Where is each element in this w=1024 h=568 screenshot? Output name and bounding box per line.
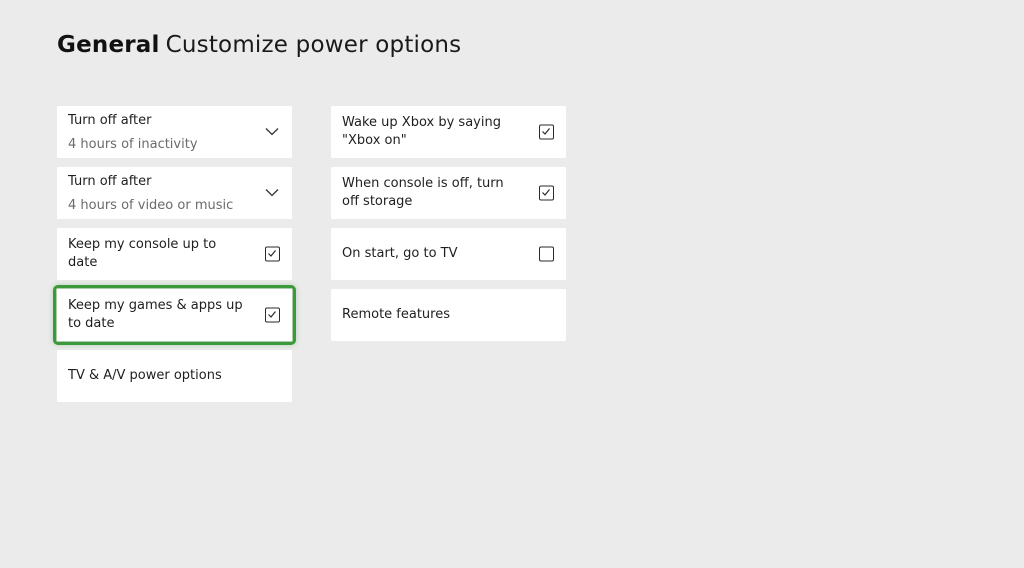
turn-off-storage-toggle[interactable]: When console is off, turn off storage: [331, 167, 566, 219]
setting-label: Keep my console up to date: [68, 237, 217, 270]
checkmark-icon: [268, 250, 276, 257]
remote-features-link[interactable]: Remote features: [331, 289, 566, 341]
turn-off-inactivity-dropdown[interactable]: Turn off after 4 hours of inactivity: [57, 106, 292, 158]
setting-label: Remote features: [342, 307, 450, 322]
chevron-down-icon: [265, 189, 279, 197]
setting-label: On start, go to TV: [342, 246, 458, 261]
keep-console-up-to-date-toggle[interactable]: Keep my console up to date: [57, 228, 292, 280]
right-settings-column: Wake up Xbox by saying "Xbox on" When co…: [331, 106, 566, 350]
tv-av-power-options-link[interactable]: TV & A/V power options: [57, 350, 292, 402]
checkbox-checked[interactable]: [265, 246, 280, 262]
setting-label: Keep my games & apps up to date: [68, 298, 243, 331]
checkmark-icon: [542, 189, 550, 196]
section-title: General: [57, 32, 160, 58]
on-start-go-to-tv-toggle[interactable]: On start, go to TV: [331, 228, 566, 280]
setting-label: Wake up Xbox by saying "Xbox on": [342, 115, 501, 148]
dropdown-value: 4 hours of inactivity: [68, 137, 198, 152]
checkmark-icon: [268, 311, 276, 318]
checkmark-icon: [542, 128, 550, 135]
page-header: General Customize power options: [57, 29, 461, 61]
left-settings-column: Turn off after 4 hours of inactivity Tur…: [53, 106, 296, 411]
checkbox-checked[interactable]: [539, 185, 554, 201]
dropdown-label: Turn off after: [68, 174, 152, 189]
wake-up-xbox-on-toggle[interactable]: Wake up Xbox by saying "Xbox on": [331, 106, 566, 158]
keep-games-apps-up-to-date-toggle[interactable]: Keep my games & apps up to date: [53, 285, 296, 345]
dropdown-value: 4 hours of video or music: [68, 198, 234, 213]
power-options-page: General Customize power options Turn off …: [0, 0, 1024, 568]
turn-off-video-music-dropdown[interactable]: Turn off after 4 hours of video or music: [57, 167, 292, 219]
setting-label: When console is off, turn off storage: [342, 176, 504, 209]
setting-label: TV & A/V power options: [68, 368, 222, 383]
chevron-down-icon: [265, 128, 279, 136]
checkbox-unchecked[interactable]: [539, 246, 554, 262]
dropdown-label: Turn off after: [68, 113, 152, 128]
page-title: Customize power options: [165, 32, 462, 58]
checkbox-checked[interactable]: [265, 307, 280, 323]
checkbox-checked[interactable]: [539, 124, 554, 140]
